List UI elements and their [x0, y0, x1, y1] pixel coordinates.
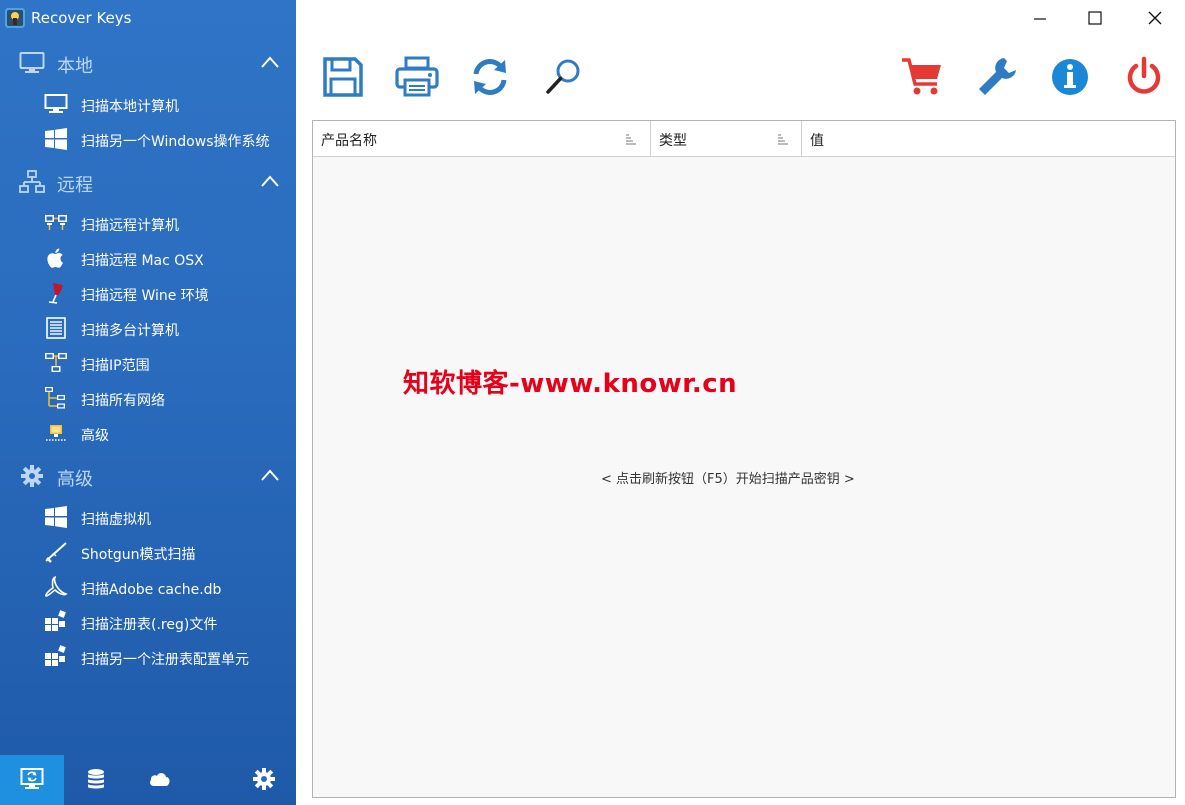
cloud-icon: [150, 773, 170, 786]
wine-glass-icon: [48, 283, 63, 304]
local-computer-icon: [20, 768, 44, 789]
empty-state-hint: < 点击刷新按钮（F5）开始扫描产品密钥 >: [601, 472, 855, 487]
nav-item-scan-all-networks[interactable]: 扫描所有网络: [0, 382, 296, 415]
nav-item-scan-remote[interactable]: 扫描远程计算机: [0, 207, 296, 240]
save-button[interactable]: [320, 54, 366, 100]
chevron-up-icon[interactable]: [260, 468, 280, 482]
nav-item-scan-remote-wine[interactable]: 扫描远程 Wine 环境: [0, 277, 296, 310]
column-header-value[interactable]: 值: [802, 121, 1175, 157]
app-logo-icon: [5, 8, 25, 28]
maximize-button[interactable]: [1080, 4, 1110, 32]
column-label: 值: [810, 133, 824, 149]
chevron-up-icon[interactable]: [260, 174, 280, 188]
chevron-up-icon[interactable]: [260, 55, 280, 69]
nav-item-label: 扫描远程计算机: [81, 218, 179, 234]
print-button[interactable]: [394, 54, 440, 100]
nav-item-scan-local[interactable]: 扫描本地计算机: [0, 88, 296, 121]
nav-item-scan-vm[interactable]: 扫描虚拟机: [0, 501, 296, 534]
nav-item-label: 扫描另一个注册表配置单元: [81, 652, 249, 668]
monitor-icon: [44, 94, 68, 113]
info-icon: [1052, 59, 1088, 95]
nav-item-label: 高级: [81, 428, 109, 444]
column-header-product-name[interactable]: 产品名称: [313, 121, 651, 157]
gear-icon: [253, 768, 275, 790]
close-button[interactable]: [1140, 4, 1170, 32]
search-icon: [546, 59, 580, 94]
sidebar-bottom-tabs: [0, 755, 296, 805]
ip-range-icon: [45, 353, 67, 372]
database-icon: [88, 769, 104, 789]
wrench-icon: [979, 58, 1016, 95]
nav-item-label: 扫描本地计算机: [81, 99, 179, 115]
print-icon: [395, 56, 439, 97]
nav-item-label: 扫描多台计算机: [81, 323, 179, 339]
network-icon: [19, 170, 45, 193]
registry-icon: [45, 610, 66, 631]
sort-icon[interactable]: [625, 133, 637, 145]
tab-database[interactable]: [64, 755, 128, 805]
title-bar: Recover Keys: [0, 0, 296, 36]
column-label: 类型: [659, 133, 687, 149]
gear-icon: [21, 465, 43, 487]
nav-item-label: 扫描IP范围: [81, 358, 150, 374]
nav-item-scan-adobe-cache[interactable]: 扫描Adobe cache.db: [0, 571, 296, 604]
nav-item-scan-reg-file[interactable]: 扫描注册表(.reg)文件: [0, 606, 296, 639]
tab-settings[interactable]: [232, 755, 296, 805]
app-title: Recover Keys: [31, 9, 132, 27]
nav-item-scan-remote-mac[interactable]: 扫描远程 Mac OSX: [0, 242, 296, 275]
tools-button[interactable]: [974, 54, 1020, 100]
column-header-type[interactable]: 类型: [651, 121, 802, 157]
table-header: 产品名称 类型 值: [313, 121, 1175, 157]
nav-item-label: 扫描远程 Mac OSX: [81, 253, 204, 269]
main-panel: 产品名称 类型 值 知软博客-www.knowr.cn < 点击刷新按钮（F5）…: [296, 0, 1185, 805]
tab-cloud[interactable]: [128, 755, 192, 805]
shotgun-icon: [45, 542, 67, 563]
section-advanced-label: 高级: [57, 469, 93, 490]
section-remote-label: 远程: [57, 175, 93, 196]
nav-item-label: 扫描所有网络: [81, 393, 165, 409]
windows-icon: [45, 128, 67, 150]
section-advanced-header[interactable]: 高级: [0, 459, 296, 493]
sort-icon[interactable]: [777, 133, 789, 145]
nav-item-label: Shotgun模式扫描: [81, 547, 196, 563]
section-local-header[interactable]: 本地: [0, 46, 296, 80]
refresh-button[interactable]: [467, 54, 513, 100]
about-button[interactable]: [1047, 54, 1093, 100]
sidebar: Recover Keys 本地 扫描本地计算机 扫描另一个Windows操作系统: [0, 0, 296, 805]
adobe-acrobat-icon: [45, 576, 68, 597]
search-button[interactable]: [541, 54, 587, 100]
column-label: 产品名称: [321, 133, 377, 149]
nav-item-label: 扫描注册表(.reg)文件: [81, 617, 218, 633]
exit-button[interactable]: [1121, 54, 1167, 100]
refresh-icon: [473, 59, 507, 95]
list-document-icon: [46, 317, 66, 339]
buy-button[interactable]: [900, 54, 946, 100]
apple-icon: [47, 248, 63, 268]
windows-icon: [45, 506, 67, 528]
monitor-icon: [19, 52, 45, 73]
nav-item-scan-other-hive[interactable]: 扫描另一个注册表配置单元: [0, 641, 296, 674]
nav-item-scan-other-windows[interactable]: 扫描另一个Windows操作系统: [0, 123, 296, 156]
nav-item-remote-advanced[interactable]: 高级: [0, 417, 296, 450]
watermark-text: 知软博客-www.knowr.cn: [403, 369, 738, 399]
nav-item-label: 扫描虚拟机: [81, 512, 151, 528]
power-icon: [1127, 56, 1161, 94]
advanced-network-icon: [46, 425, 66, 441]
nav-item-label: 扫描远程 Wine 环境: [81, 288, 209, 304]
all-networks-icon: [45, 387, 65, 409]
tab-local-computer[interactable]: [0, 755, 64, 805]
registry-icon: [45, 645, 66, 666]
section-local-label: 本地: [57, 56, 93, 77]
nav-item-label: 扫描另一个Windows操作系统: [81, 134, 270, 150]
section-remote-header[interactable]: 远程: [0, 165, 296, 199]
nav-item-scan-multiple[interactable]: 扫描多台计算机: [0, 312, 296, 345]
minimize-button[interactable]: [1025, 4, 1055, 32]
cart-icon: [902, 58, 941, 95]
save-icon: [323, 57, 363, 97]
nav-item-scan-ip-range[interactable]: 扫描IP范围: [0, 347, 296, 380]
nav-item-shotgun-scan[interactable]: Shotgun模式扫描: [0, 536, 296, 569]
nav-item-label: 扫描Adobe cache.db: [81, 582, 222, 598]
remote-computers-icon: [45, 215, 67, 230]
results-table[interactable]: 产品名称 类型 值 知软博客-www.knowr.cn < 点击刷新按钮（F5）…: [312, 120, 1176, 798]
